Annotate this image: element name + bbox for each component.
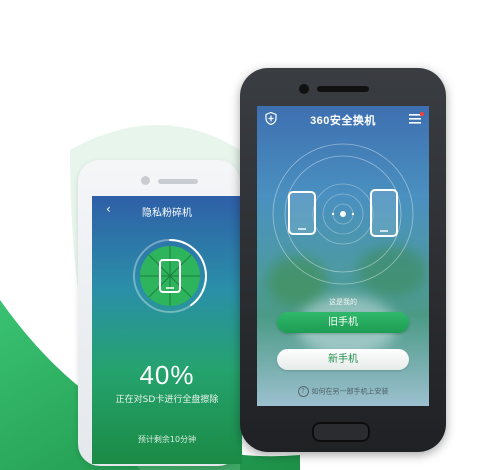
new-phone-button[interactable]: 新手机 [277,349,409,370]
app-title: 360安全换机 [310,115,376,127]
front-phone-camera [299,84,309,94]
back-phone-camera [141,176,150,185]
remaining-time-text: 预计剩余10分钟 [137,435,197,444]
back-phone-screen: ‹ 隐私粉碎机 40% 正在对SD卡进行全盘擦除 预计剩余10分钟 [92,196,242,464]
back-phone-speaker [158,179,198,184]
menu-icon[interactable] [409,114,421,124]
wipe-status-text: 正在对SD卡进行全盘擦除 [115,395,219,405]
transfer-graphic [272,143,414,285]
front-phone-speaker [317,86,369,92]
notification-dot [420,112,424,116]
shredder-title: 隐私粉碎机 [142,208,192,219]
help-link[interactable]: ? 如何在另一部手机上安装 [257,386,429,397]
prompt-text: 这是我的 [329,298,357,306]
help-icon: ? [297,386,309,397]
wipe-progress-percent: 40% [139,360,195,390]
help-link-text: 如何在另一部手机上安装 [311,387,389,396]
phone-icon [288,191,316,235]
home-button[interactable] [312,422,370,442]
shred-icon [133,239,207,313]
title-bar: 360安全换机 [257,106,429,132]
front-phone-screen: 360安全换机 这是我的 旧手机 新手机 ? 如何在另一部手机上安装 [257,106,429,406]
old-phone-button[interactable]: 旧手机 [277,312,409,333]
